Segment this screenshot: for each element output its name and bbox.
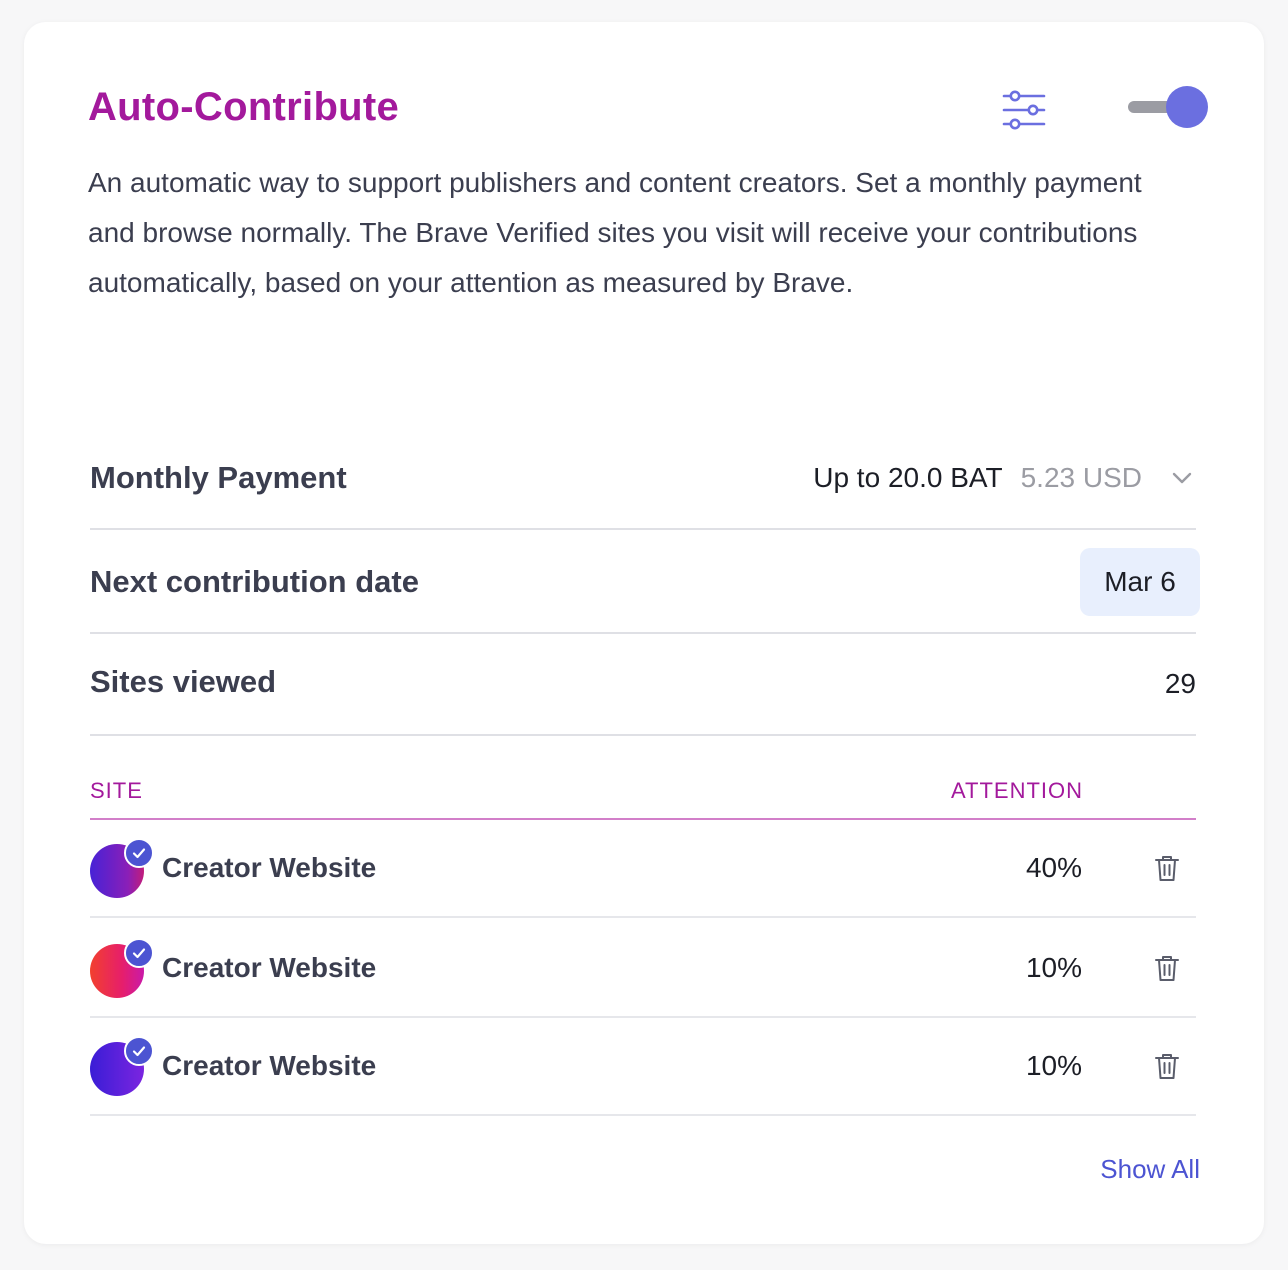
auto-contribute-toggle[interactable] bbox=[1128, 85, 1208, 129]
site-name[interactable]: Creator Website bbox=[162, 852, 376, 884]
site-name[interactable]: Creator Website bbox=[162, 1050, 376, 1082]
sites-viewed-label: Sites viewed bbox=[90, 664, 277, 699]
panel-title: Auto-Contribute bbox=[88, 85, 400, 129]
monthly-payment-row: Monthly Payment Up to 20.0 BAT 5.23 USD bbox=[90, 422, 1196, 530]
monthly-payment-select[interactable]: Up to 20.0 BAT 5.23 USD bbox=[813, 458, 1196, 498]
column-header-attention: ATTENTION bbox=[951, 778, 1084, 803]
verified-check-icon bbox=[124, 838, 154, 868]
table-row: Creator Website 10% bbox=[90, 1018, 1196, 1116]
settings-button[interactable] bbox=[1002, 88, 1046, 132]
site-avatar bbox=[90, 1036, 154, 1096]
site-avatar bbox=[90, 838, 154, 898]
site-attention: 10% bbox=[1025, 1050, 1082, 1081]
auto-contribute-panel: Auto-Contribute An automatic way to supp… bbox=[24, 22, 1264, 1244]
monthly-payment-label: Monthly Payment bbox=[90, 460, 347, 495]
show-all-link[interactable]: Show All bbox=[1100, 1154, 1200, 1185]
next-contribution-date: Mar 6 bbox=[1080, 548, 1200, 616]
sliders-icon bbox=[1002, 90, 1046, 130]
site-avatar bbox=[90, 938, 154, 998]
column-header-site: SITE bbox=[90, 778, 143, 803]
table-row: Creator Website 40% bbox=[90, 820, 1196, 918]
verified-check-icon bbox=[124, 938, 154, 968]
verified-check-icon bbox=[124, 1036, 154, 1066]
trash-icon[interactable] bbox=[1154, 854, 1180, 882]
next-contribution-row: Next contribution date Mar 6 bbox=[90, 530, 1200, 634]
sites-viewed-row: Sites viewed 29 bbox=[90, 634, 1196, 736]
bat-amount: Up to 20.0 BAT bbox=[813, 462, 1003, 493]
panel-description: An automatic way to support publishers a… bbox=[88, 167, 1142, 298]
usd-amount: 5.23 USD bbox=[1020, 462, 1142, 493]
table-row: Creator Website 10% bbox=[90, 920, 1196, 1018]
site-attention: 40% bbox=[1025, 852, 1082, 883]
toggle-knob bbox=[1166, 86, 1208, 128]
site-name[interactable]: Creator Website bbox=[162, 952, 376, 984]
site-attention: 10% bbox=[1025, 952, 1082, 983]
chevron-down-icon bbox=[1172, 472, 1192, 484]
next-contribution-label: Next contribution date bbox=[90, 564, 419, 599]
trash-icon[interactable] bbox=[1154, 1052, 1180, 1080]
trash-icon[interactable] bbox=[1154, 954, 1180, 982]
sites-viewed-count: 29 bbox=[1164, 668, 1196, 699]
sites-table-header: SITE ATTENTION bbox=[90, 778, 1196, 820]
